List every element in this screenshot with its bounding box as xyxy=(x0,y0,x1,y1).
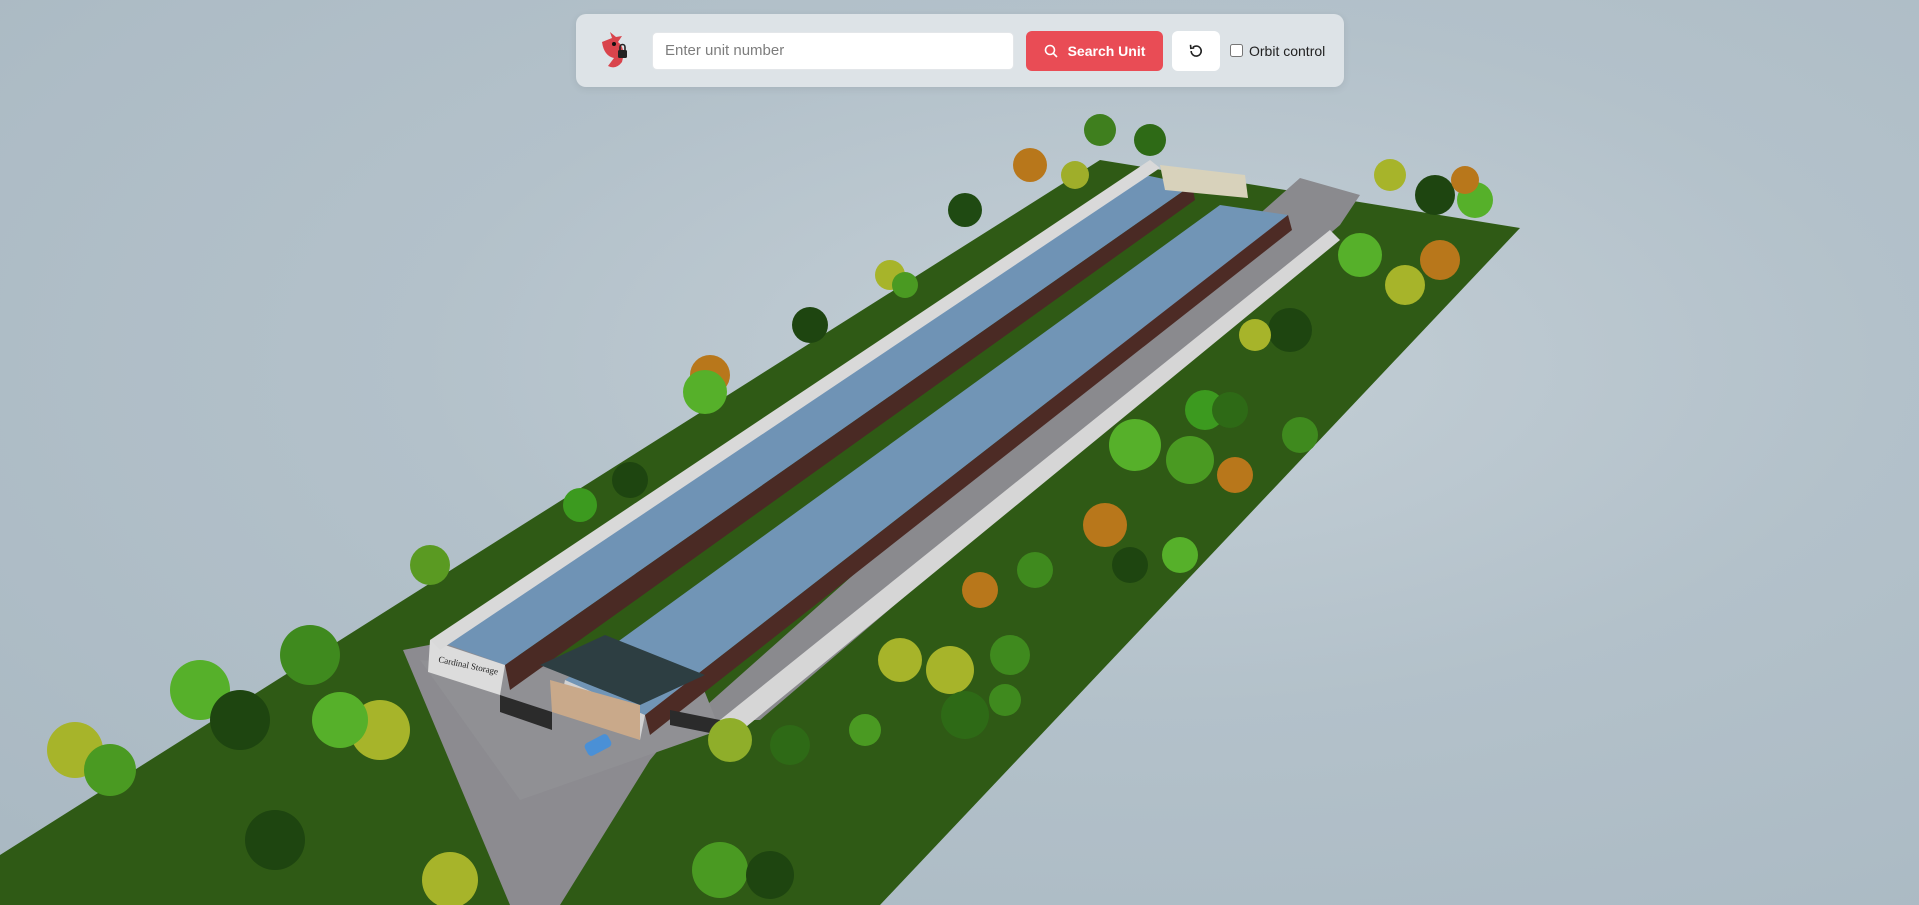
search-icon xyxy=(1044,44,1058,58)
orbit-control-toggle[interactable]: Orbit control xyxy=(1230,43,1325,59)
refresh-icon xyxy=(1189,44,1202,57)
orbit-control-checkbox[interactable] xyxy=(1230,44,1243,57)
cardinal-lock-logo-icon xyxy=(602,31,627,67)
unit-number-input[interactable] xyxy=(652,31,1014,70)
reset-view-button[interactable] xyxy=(1172,30,1220,71)
facility-3d-view[interactable]: Cardinal Storage xyxy=(0,0,1919,905)
search-unit-button[interactable]: Search Unit xyxy=(1026,30,1163,71)
search-toolbar: Search Unit Orbit control xyxy=(576,14,1344,87)
search-unit-label: Search Unit xyxy=(1067,42,1146,59)
orbit-control-label: Orbit control xyxy=(1249,42,1326,59)
